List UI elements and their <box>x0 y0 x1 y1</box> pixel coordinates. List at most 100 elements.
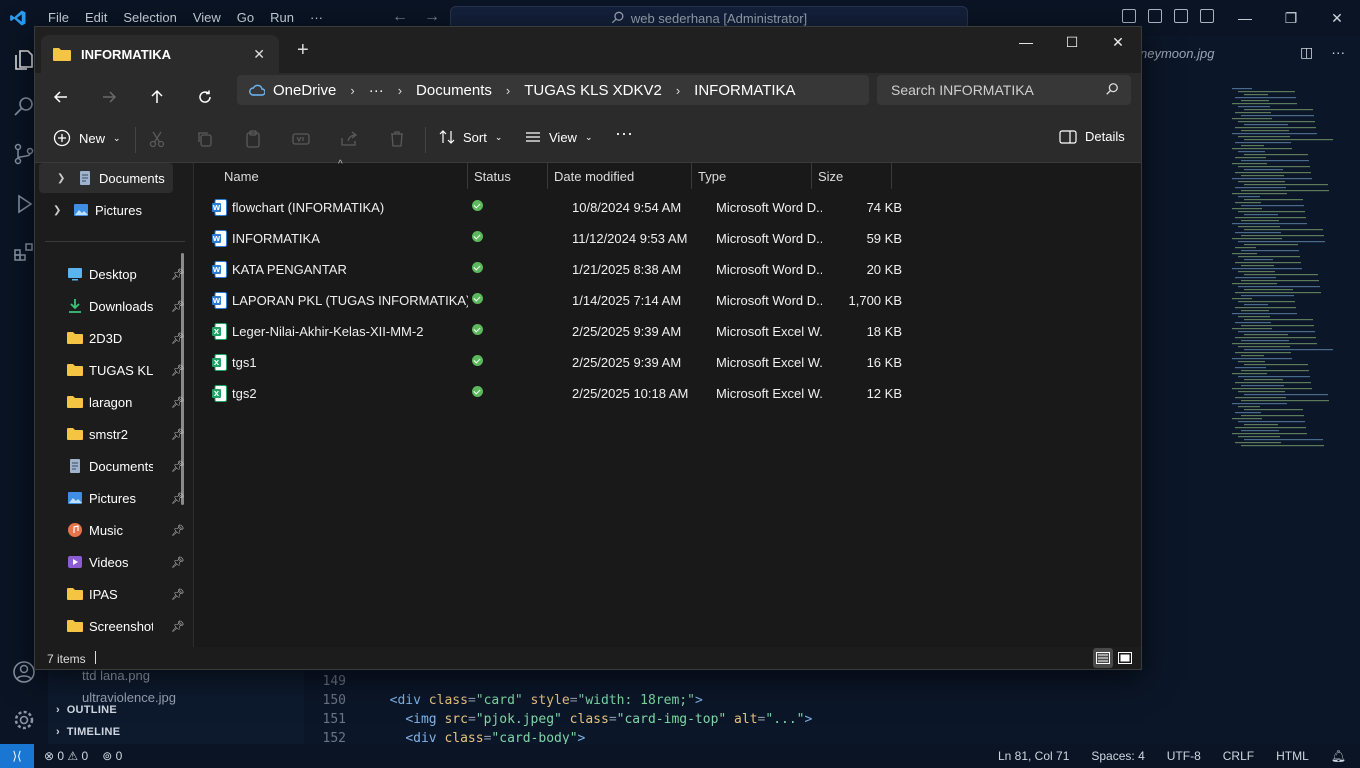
file-row[interactable]: W INFORMATIKA 11/12/2024 9:53 AM Microsoft … <box>208 223 902 254</box>
delete-icon[interactable] <box>387 129 407 149</box>
toggle-panel-icon[interactable] <box>1148 9 1162 23</box>
file-row[interactable]: X Leger-Nilai-Akhir-Kelas-XII-MM-2 2/25/20… <box>208 316 902 347</box>
details-view-icon[interactable] <box>1093 648 1113 668</box>
breadcrumb-informatika[interactable]: INFORMATIKA <box>694 82 795 99</box>
code-line[interactable]: 151 <img src="pjok.jpeg" class="card-img… <box>304 712 813 727</box>
column-name[interactable]: Name <box>218 163 468 189</box>
file-row[interactable]: Wflowchart (INFORMATIKA) 10/8/2024 9:54 A… <box>208 192 902 223</box>
forward-arrow-icon[interactable] <box>93 81 125 113</box>
breadcrumb-tugas[interactable]: TUGAS KLS XDKV2 <box>524 82 662 99</box>
back-arrow-icon[interactable] <box>45 81 77 113</box>
gear-icon[interactable] <box>12 708 36 732</box>
search-input[interactable]: Search INFORMATIKA <box>877 75 1131 105</box>
minimize-icon[interactable]: — <box>1222 0 1268 36</box>
breadcrumb-ellipsis[interactable]: ··· <box>369 82 384 99</box>
back-arrow-icon[interactable]: ← <box>392 8 408 26</box>
column-size[interactable]: Size <box>812 163 892 189</box>
chevron-right-icon[interactable]: ❯ <box>57 173 73 184</box>
timeline-section[interactable]: › TIMELINE <box>56 726 120 738</box>
sidebar-file[interactable]: ttd lana.png <box>82 668 150 683</box>
encoding[interactable]: UTF-8 <box>1167 749 1201 763</box>
quick-access-item[interactable]: Pictures 📌︎ <box>35 483 185 513</box>
chevron-right-icon[interactable]: ❯ <box>53 205 69 216</box>
minimize-icon[interactable]: — <box>1003 27 1049 57</box>
quick-access-item[interactable]: laragon 📌︎ <box>35 387 185 417</box>
file-type: Microsoft Word D... <box>716 200 822 215</box>
details-button[interactable]: Details <box>1059 129 1125 144</box>
quick-access-item[interactable]: Music 📌︎ <box>35 515 185 545</box>
more-actions-icon[interactable]: ··· <box>1331 44 1345 61</box>
more-options-icon[interactable]: ··· <box>615 123 633 144</box>
close-tab-icon[interactable]: ✕ <box>253 46 265 63</box>
quick-access-item[interactable]: IPAS 📌︎ <box>35 579 185 609</box>
minimap-line <box>1235 142 1291 144</box>
view-button[interactable]: View ⌄ <box>525 129 593 145</box>
copy-icon[interactable] <box>195 129 215 149</box>
file-row[interactable]: W KATA PENGANTAR 1/21/2025 8:38 AM Microsof… <box>208 254 902 285</box>
breadcrumb[interactable]: OneDrive › ··· › Documents › TUGAS KLS X… <box>237 75 869 105</box>
problems-indicator[interactable]: ⊗ 0 ⚠ 0 <box>44 749 88 763</box>
quick-access-item[interactable]: TUGAS KLS X 📌︎ <box>35 355 185 385</box>
bell-icon[interactable]: 🔔︎ <box>1331 749 1346 763</box>
up-arrow-icon[interactable] <box>141 81 173 113</box>
indentation[interactable]: Spaces: 4 <box>1091 749 1144 763</box>
column-date[interactable]: Date modified <box>548 163 692 189</box>
quick-access-item[interactable]: Screenshots 📌︎ <box>35 611 185 641</box>
forward-arrow-icon[interactable]: → <box>424 8 440 26</box>
editor-tab[interactable]: neymoon.jpg <box>1140 38 1230 70</box>
synced-check-icon <box>472 324 483 335</box>
code-line[interactable]: 150 <div class="card" style="width: 18re… <box>304 693 703 708</box>
outline-section[interactable]: › OUTLINE <box>56 704 117 716</box>
quick-access-item[interactable]: Desktop 📌︎ <box>35 259 185 289</box>
nav-item-pictures[interactable]: ❯ Pictures <box>35 195 185 225</box>
account-icon[interactable] <box>12 660 36 684</box>
nav-item-documents[interactable]: ❯ Documents <box>39 163 173 193</box>
ports-indicator[interactable]: ⊚ 0 <box>102 749 122 763</box>
file-row[interactable]: Xtgs1 2/25/2025 9:39 AM Microsoft Excel W.… <box>208 347 902 378</box>
tiles-view-icon[interactable] <box>1115 648 1135 668</box>
chevron-right-icon[interactable]: › <box>398 83 402 98</box>
run-debug-icon[interactable] <box>12 192 36 216</box>
file-row[interactable]: Xtgs2 2/25/2025 10:18 AM Microsoft Excel W… <box>208 378 902 409</box>
sort-button[interactable]: Sort ⌄ <box>439 129 502 145</box>
breadcrumb-documents[interactable]: Documents <box>416 82 492 99</box>
extensions-icon[interactable] <box>12 240 36 264</box>
maximize-icon[interactable]: ☐ <box>1049 27 1095 57</box>
source-control-icon[interactable] <box>12 142 36 166</box>
explorer-icon[interactable] <box>12 48 36 72</box>
sidebar-file[interactable]: ultraviolence.jpg <box>82 690 176 705</box>
quick-access-item[interactable]: smstr2 📌︎ <box>35 419 185 449</box>
toggle-sidebar-icon[interactable] <box>1122 9 1136 23</box>
quick-access-item[interactable]: 2D3D 📌︎ <box>35 323 185 353</box>
refresh-icon[interactable] <box>189 81 221 113</box>
cursor-position[interactable]: Ln 81, Col 71 <box>998 749 1069 763</box>
share-icon[interactable] <box>339 129 359 149</box>
restore-icon[interactable]: ❐ <box>1268 0 1314 36</box>
quick-access-item[interactable]: Downloads 📌︎ <box>35 291 185 321</box>
column-type[interactable]: Type <box>692 163 812 189</box>
new-tab-icon[interactable]: + <box>297 39 309 62</box>
customize-layout-icon[interactable] <box>1200 9 1214 23</box>
chevron-right-icon[interactable]: › <box>350 83 354 98</box>
rename-icon[interactable] <box>291 129 311 149</box>
paste-icon[interactable] <box>243 129 263 149</box>
line-ending[interactable]: CRLF <box>1223 749 1254 763</box>
chevron-right-icon[interactable]: › <box>506 83 510 98</box>
remote-icon[interactable]: ⟩⟨ <box>0 744 34 768</box>
toggle-secondary-sidebar-icon[interactable] <box>1174 9 1188 23</box>
quick-access-item[interactable]: Videos 📌︎ <box>35 547 185 577</box>
search-icon[interactable] <box>12 94 36 118</box>
chevron-right-icon[interactable]: › <box>676 83 680 98</box>
close-icon[interactable]: ✕ <box>1095 27 1141 57</box>
breadcrumb-onedrive[interactable]: OneDrive <box>273 82 336 99</box>
tab-informatika[interactable]: INFORMATIKA ✕ <box>41 35 279 73</box>
cut-icon[interactable] <box>147 129 167 149</box>
new-button[interactable]: New ⌄ <box>53 129 121 147</box>
close-icon[interactable]: ✕ <box>1314 0 1360 36</box>
column-status[interactable]: Status <box>468 163 548 189</box>
file-row[interactable]: W LAPORAN PKL (TUGAS INFORMATIKA) 1/14/202… <box>208 285 902 316</box>
language-mode[interactable]: HTML <box>1276 749 1309 763</box>
split-editor-icon[interactable]: ◫ <box>1300 44 1313 61</box>
code-line[interactable]: 149 <box>304 674 374 689</box>
quick-access-item[interactable]: Documents 📌︎ <box>35 451 185 481</box>
